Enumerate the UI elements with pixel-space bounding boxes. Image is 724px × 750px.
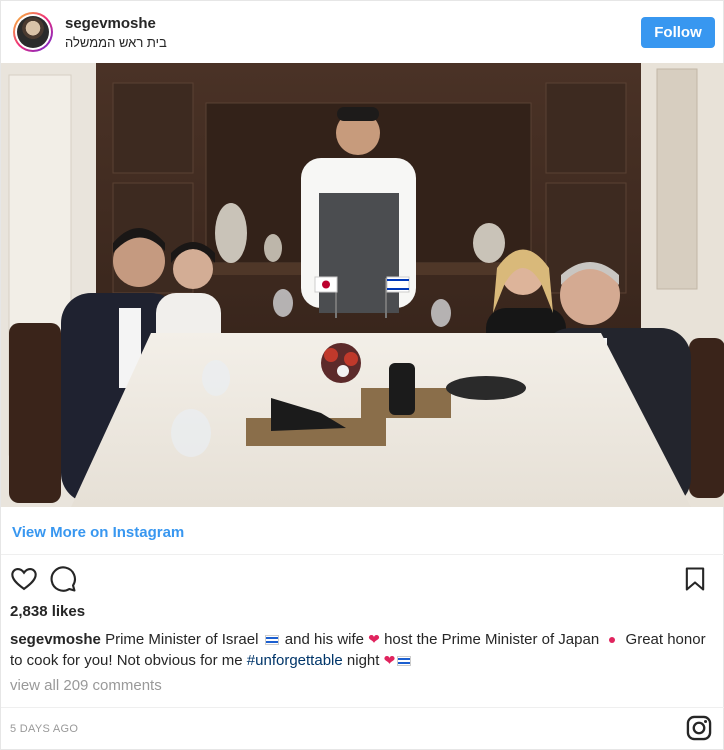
heart-emoji-icon: ❤ xyxy=(383,652,396,668)
avatar[interactable] xyxy=(13,12,53,52)
profile-picture xyxy=(17,16,49,48)
heart-icon[interactable] xyxy=(10,565,38,593)
caption-text-2: and his wife xyxy=(284,631,364,648)
heart-emoji-icon: ❤ xyxy=(368,631,380,647)
caption-text-5: night xyxy=(346,652,380,669)
instagram-embed-card: segevmoshe בית ראש הממשלה Follow View Mo… xyxy=(0,0,724,750)
view-more-link[interactable]: View More on Instagram xyxy=(12,524,184,541)
caption-username[interactable]: segevmoshe xyxy=(10,631,101,648)
israel-flag-emoji-icon xyxy=(397,656,412,667)
instagram-logo-icon[interactable] xyxy=(685,714,713,742)
caption-text-1: Prime Minister of Israel xyxy=(105,631,259,648)
caption: segevmoshe Prime Minister of Israel and … xyxy=(10,629,716,671)
view-comments-link[interactable]: view all 209 comments xyxy=(10,677,162,694)
follow-button[interactable]: Follow xyxy=(641,17,715,48)
username[interactable]: segevmoshe xyxy=(65,15,156,32)
caption-text-3: host the Prime Minister of Japan xyxy=(384,631,600,648)
post-timestamp: 5 DAYS AGO xyxy=(10,723,79,735)
comment-icon[interactable] xyxy=(49,565,77,593)
japan-flag-emoji-icon xyxy=(609,637,616,644)
bookmark-icon[interactable] xyxy=(681,565,709,593)
post-header: segevmoshe בית ראש הממשלה Follow xyxy=(1,1,724,63)
post-photo[interactable] xyxy=(1,63,724,507)
divider xyxy=(1,554,724,555)
location-label[interactable]: בית ראש הממשלה xyxy=(65,35,167,50)
israel-flag-emoji-icon xyxy=(264,635,279,646)
divider xyxy=(1,707,724,708)
hashtag-link[interactable]: #unforgettable xyxy=(247,652,343,669)
likes-count[interactable]: 2,838 likes xyxy=(10,603,85,620)
dinner-scene-image xyxy=(1,63,724,507)
